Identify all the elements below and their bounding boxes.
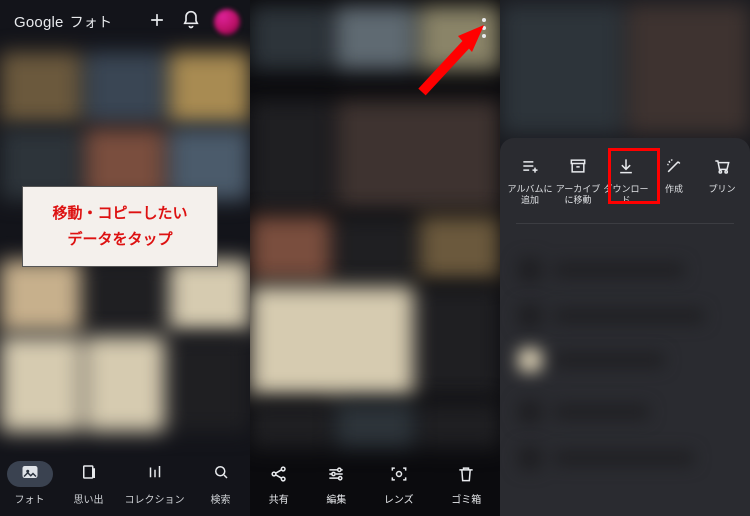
nav-photos[interactable]: フォト <box>7 461 53 506</box>
sheet-row-blur <box>518 446 542 470</box>
sheet-row-blur <box>554 309 704 323</box>
sliders-icon <box>326 464 346 487</box>
callout-line: データをタップ <box>33 227 207 253</box>
photo-thumb[interactable] <box>85 336 166 432</box>
bottom-nav: フォト 思い出 コレクション 検索 <box>0 450 250 516</box>
photo-thumb[interactable] <box>0 260 81 332</box>
photo-thumb[interactable] <box>169 260 250 332</box>
photo-thumb[interactable] <box>419 216 500 280</box>
sheet-row-blur <box>554 263 684 277</box>
sheet-archive[interactable]: アーカイブに移動 <box>554 156 602 205</box>
sheet-row-blur <box>554 405 649 419</box>
nav-collection[interactable]: コレクション <box>125 461 185 506</box>
annotation-highlight-download <box>608 148 660 204</box>
cart-icon <box>712 156 732 178</box>
photo-thumb[interactable] <box>335 216 416 280</box>
plus-icon <box>147 10 167 35</box>
photo-blur <box>500 4 623 134</box>
photo-thumb[interactable] <box>419 402 500 448</box>
panel-photo-detail: 共有 編集 レンズ ゴミ箱 <box>250 0 500 516</box>
photo-thumb[interactable] <box>85 52 166 124</box>
notifications-button[interactable] <box>174 5 208 39</box>
photo-thumb[interactable] <box>85 260 166 332</box>
image-icon <box>21 463 39 484</box>
action-label: ゴミ箱 <box>451 491 481 506</box>
photo-action-bar: 共有 編集 レンズ ゴミ箱 <box>250 454 500 516</box>
brand-product: フォト <box>70 12 113 32</box>
action-share[interactable]: 共有 <box>269 464 289 506</box>
panel-photo-grid: Google フォト 移動・コピーしたい データをタップ <box>0 0 250 516</box>
photo-blur <box>627 4 750 134</box>
app-top-bar: Google フォト <box>0 0 250 44</box>
photo-thumb[interactable] <box>169 336 250 432</box>
sheet-label: アーカイブに移動 <box>554 184 602 205</box>
archive-icon <box>568 156 588 178</box>
photo-thumb[interactable] <box>250 286 414 396</box>
instruction-callout: 移動・コピーしたい データをタップ <box>22 186 218 267</box>
photo-thumb[interactable] <box>250 100 332 210</box>
sheet-separator <box>516 223 734 224</box>
action-label: 編集 <box>326 491 346 506</box>
photo-thumb[interactable] <box>0 336 81 432</box>
nav-label: コレクション <box>125 491 185 506</box>
wand-icon <box>664 156 684 178</box>
share-icon <box>269 464 289 487</box>
photo-thumb[interactable] <box>169 52 250 124</box>
action-lens[interactable]: レンズ <box>384 464 414 506</box>
panel-more-menu: アルバムに追加 アーカイブに移動 ダウンロード 作成 プリン <box>500 0 750 516</box>
stacked-cards-icon <box>80 463 98 484</box>
action-trash[interactable]: ゴミ箱 <box>451 464 481 506</box>
photo-thumb[interactable] <box>250 216 331 280</box>
brand-google: Google <box>14 14 64 31</box>
account-avatar[interactable] <box>214 9 240 35</box>
photo-thumb[interactable] <box>418 286 500 396</box>
sheet-row-blur <box>518 304 542 328</box>
sheet-label: 作成 <box>665 184 683 194</box>
nav-label: 検索 <box>211 491 231 506</box>
search-icon <box>212 463 230 484</box>
annotation-arrow <box>412 22 492 107</box>
photo-thumb[interactable] <box>0 52 81 124</box>
sheet-row-blur <box>518 348 542 372</box>
app-brand: Google フォト <box>14 12 112 32</box>
photo-thumb[interactable] <box>335 6 416 70</box>
action-label: 共有 <box>269 491 289 506</box>
bell-icon <box>181 10 201 35</box>
callout-line: 移動・コピーしたい <box>33 201 207 227</box>
sheet-label: プリン <box>708 184 735 194</box>
sheet-row-blur <box>554 451 694 465</box>
photo-thumb[interactable] <box>336 100 500 210</box>
nav-label: フォト <box>15 491 45 506</box>
sheet-row-blur <box>554 353 664 367</box>
nav-search[interactable]: 検索 <box>198 461 244 506</box>
photo-thumb[interactable] <box>335 402 416 448</box>
sheet-row-blur <box>518 258 542 282</box>
photo-thumb[interactable] <box>250 6 331 70</box>
action-label: レンズ <box>384 491 414 506</box>
photo-thumb[interactable] <box>250 402 331 448</box>
collection-icon <box>146 463 164 484</box>
sheet-add-to-album[interactable]: アルバムに追加 <box>506 156 554 205</box>
lens-icon <box>389 464 409 487</box>
sheet-row-blur <box>518 400 542 424</box>
action-edit[interactable]: 編集 <box>326 464 346 506</box>
nav-memories[interactable]: 思い出 <box>66 461 112 506</box>
add-button[interactable] <box>140 5 174 39</box>
sheet-label: アルバムに追加 <box>506 184 554 205</box>
trash-icon <box>456 464 476 487</box>
playlist-add-icon <box>520 156 540 178</box>
sheet-print[interactable]: プリン <box>698 156 746 195</box>
nav-label: 思い出 <box>74 491 104 506</box>
